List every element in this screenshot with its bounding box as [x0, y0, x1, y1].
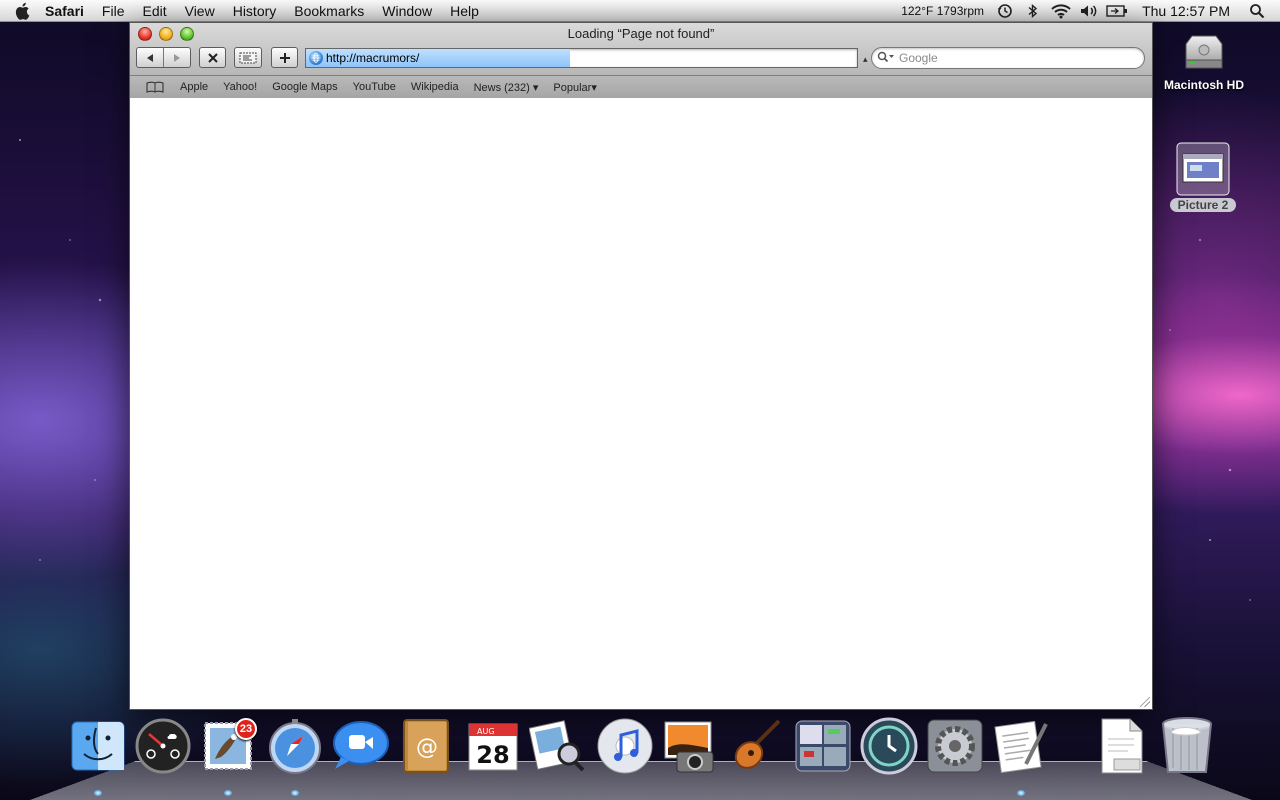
search-icon[interactable]	[877, 51, 895, 66]
address-field[interactable]: http://macrumors/	[305, 48, 858, 68]
desktop-icon-macintosh-hd[interactable]: Macintosh HD	[1156, 30, 1252, 92]
battery-icon[interactable]	[1106, 2, 1128, 20]
bookmark-youtube[interactable]: YouTube	[345, 81, 403, 93]
running-indicator	[291, 790, 299, 796]
mail-icon[interactable]: 23	[199, 716, 257, 776]
safari-window: Loading “Page not found” http://macrumor…	[129, 22, 1153, 710]
chevron-down-icon: ▾	[591, 81, 597, 94]
url-resize-icon[interactable]: ▴	[863, 54, 868, 65]
safari-icon[interactable]	[266, 716, 324, 776]
resize-grip-icon[interactable]	[1140, 697, 1150, 707]
bookmark-folder-popular[interactable]: Popular▾	[545, 81, 603, 94]
spotlight-icon[interactable]	[1246, 2, 1268, 20]
svg-text:@: @	[416, 735, 438, 760]
menu-history[interactable]: History	[224, 3, 286, 19]
clock[interactable]: Thu 12:57 PM	[1142, 3, 1230, 19]
desktop-icon-label: Macintosh HD	[1163, 78, 1244, 92]
screenshot-file-icon	[1160, 142, 1246, 196]
add-bookmark-icon[interactable]	[271, 47, 298, 68]
menu-edit[interactable]: Edit	[133, 3, 175, 19]
page-content[interactable]	[130, 98, 1152, 709]
window-title: Loading “Page not found”	[567, 26, 715, 41]
ical-icon[interactable]: AUG 28	[464, 716, 522, 776]
back-forward-control	[136, 47, 191, 68]
hard-drive-icon	[1156, 30, 1252, 78]
menu-help[interactable]: Help	[441, 3, 488, 19]
trash-icon[interactable]	[1158, 716, 1216, 776]
search-field[interactable]: Google	[871, 47, 1145, 69]
running-indicator	[94, 790, 102, 796]
desktop-icon-label: Picture 2	[1169, 198, 1237, 212]
calendar-day: 28	[476, 741, 509, 769]
globe-icon	[309, 51, 323, 65]
bluetooth-icon[interactable]	[1022, 2, 1044, 20]
bookmark-wikipedia[interactable]: Wikipedia	[403, 81, 466, 93]
running-indicator	[224, 790, 232, 796]
iphoto-icon[interactable]	[661, 716, 719, 776]
ichat-icon[interactable]	[331, 716, 389, 776]
app-menu[interactable]: Safari	[42, 3, 93, 19]
bookmark-google-maps[interactable]: Google Maps	[264, 81, 344, 93]
time-machine-icon[interactable]	[860, 716, 918, 776]
window-toolbar: Loading “Page not found” http://macrumor…	[130, 23, 1152, 98]
menu-bookmarks[interactable]: Bookmarks	[285, 3, 373, 19]
system-preferences-icon[interactable]	[926, 716, 984, 776]
url-text: http://macrumors/	[326, 51, 420, 65]
itunes-icon[interactable]	[596, 716, 654, 776]
bookmark-apple[interactable]: Apple	[172, 81, 215, 93]
garageband-icon[interactable]	[727, 716, 785, 776]
chevron-down-icon: ▾	[529, 81, 539, 94]
forward-icon[interactable]	[164, 53, 190, 63]
bookmark-yahoo[interactable]: Yahoo!	[215, 81, 264, 93]
preview-icon[interactable]	[529, 716, 587, 776]
bookmarks-book-icon[interactable]	[146, 81, 164, 93]
back-icon[interactable]	[137, 48, 164, 67]
snippet-icon[interactable]	[234, 47, 262, 68]
running-indicator	[1017, 790, 1025, 796]
bookmark-popular-label: Popular	[553, 81, 592, 94]
spaces-icon[interactable]	[794, 716, 852, 776]
bookmarks-bar: Apple Yahoo! Google Maps YouTube Wikiped…	[130, 75, 1152, 98]
menu-view[interactable]: View	[176, 3, 224, 19]
apple-icon[interactable]	[14, 2, 42, 20]
address-book-icon[interactable]: @	[398, 716, 456, 776]
menu-file[interactable]: File	[93, 3, 134, 19]
calendar-month: AUG	[477, 727, 495, 736]
search-placeholder: Google	[899, 51, 938, 65]
menu-window[interactable]: Window	[373, 3, 441, 19]
volume-icon[interactable]	[1078, 2, 1100, 20]
time-machine-icon[interactable]	[994, 2, 1016, 20]
dashboard-icon[interactable]	[134, 716, 192, 776]
bookmark-news-label: News (232)	[473, 81, 530, 94]
wifi-icon[interactable]	[1050, 2, 1072, 20]
stop-icon[interactable]	[199, 47, 226, 68]
desktop-icon-picture-2[interactable]: Picture 2	[1160, 142, 1246, 212]
pdf-document-icon[interactable]	[1092, 716, 1150, 776]
finder-icon[interactable]	[69, 716, 127, 776]
menu-bar: Safari File Edit View History Bookmarks …	[0, 0, 1280, 22]
bookmark-folder-news[interactable]: News (232) ▾	[466, 81, 546, 94]
textedit-icon[interactable]	[992, 716, 1050, 776]
temperature-status[interactable]: 122°F 1793rpm	[901, 4, 984, 18]
mail-unread-badge: 23	[235, 718, 257, 740]
